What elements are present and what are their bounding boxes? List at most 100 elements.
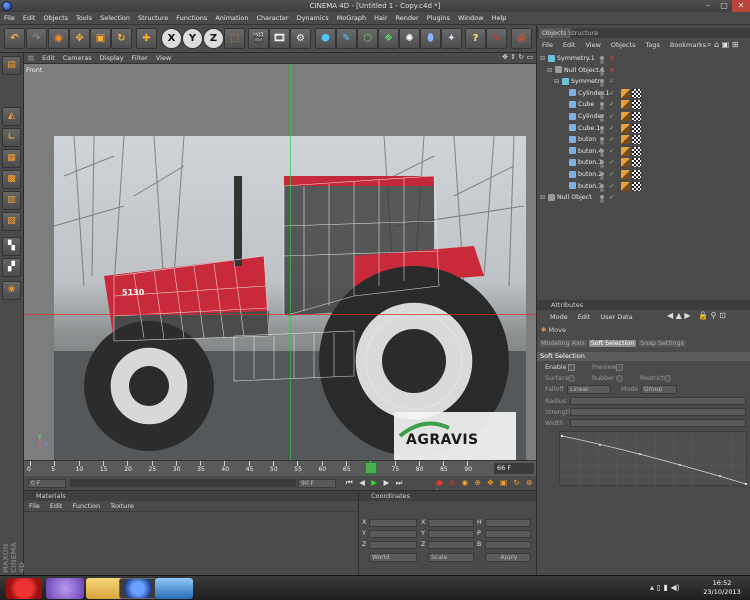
list-item[interactable]: ⊟ Symmetry.1 ✕ bbox=[537, 53, 750, 65]
viewport-menu-display[interactable]: Display bbox=[96, 53, 128, 64]
material-tag-icon[interactable] bbox=[632, 100, 641, 110]
render-settings-icon[interactable]: ⚙ bbox=[290, 28, 311, 49]
materials-menu-file[interactable]: File bbox=[24, 501, 45, 511]
enabled-check[interactable]: ✕ bbox=[609, 53, 614, 64]
objects-search-icons[interactable]: ⌕ ⌂ ▣ ⊞ bbox=[707, 40, 738, 50]
move-icon[interactable]: ✥ bbox=[69, 28, 90, 49]
preview-checkbox[interactable] bbox=[616, 364, 623, 371]
menu-tools[interactable]: Tools bbox=[72, 12, 96, 25]
model-mode-icon[interactable]: ◭ bbox=[2, 107, 21, 126]
enabled-check[interactable]: ✓ bbox=[609, 111, 614, 122]
viewport-nav-icons[interactable]: ✥ ⇕ ↻ ▭ bbox=[494, 53, 536, 64]
tab-snap-settings[interactable]: Snap Settings bbox=[638, 340, 686, 347]
maximize-button[interactable]: ▢ bbox=[716, 0, 732, 12]
render-dot[interactable] bbox=[600, 187, 604, 192]
objects-menu-file[interactable]: File bbox=[537, 40, 558, 50]
cinema4d-task-icon[interactable] bbox=[119, 578, 157, 599]
material-tag-icon[interactable] bbox=[621, 88, 630, 98]
frame-range-slider[interactable] bbox=[70, 479, 296, 487]
list-item[interactable]: Cylinder.1 ✓ bbox=[537, 88, 750, 100]
list-item[interactable]: Cylinder ✓ bbox=[537, 111, 750, 123]
workplane-icon[interactable]: ❀ bbox=[2, 281, 21, 300]
objects-menu-objects[interactable]: Objects bbox=[606, 40, 641, 50]
radius-slider[interactable] bbox=[570, 397, 746, 405]
viewport-menu-cameras[interactable]: Cameras bbox=[59, 53, 96, 64]
material-tag-icon[interactable] bbox=[632, 135, 641, 145]
timeline[interactable]: 051015202530354045505560657075808590 66 … bbox=[24, 460, 536, 476]
render-dot[interactable] bbox=[600, 129, 604, 134]
subdivision-surface-icon[interactable]: ⬡ bbox=[357, 28, 378, 49]
checker-icon[interactable]: ▚ bbox=[2, 237, 21, 256]
enabled-check[interactable]: ✓ bbox=[609, 88, 614, 99]
spline-pen-icon[interactable]: ✎ bbox=[336, 28, 357, 49]
menu-functions[interactable]: Functions bbox=[172, 12, 211, 25]
rotation-p-field[interactable] bbox=[485, 530, 531, 538]
enabled-check[interactable]: ✓ bbox=[609, 123, 614, 134]
material-tag-icon[interactable] bbox=[621, 123, 630, 133]
attributes-menu-user-data[interactable]: User Data bbox=[595, 312, 637, 322]
expand-icon[interactable]: ⊟ bbox=[547, 65, 555, 76]
undo-icon[interactable]: ↶ bbox=[4, 28, 25, 49]
menu-animation[interactable]: Animation bbox=[211, 12, 252, 25]
scale-dropdown[interactable]: Scale bbox=[428, 553, 474, 562]
live-selection-icon[interactable]: ◉ bbox=[48, 28, 69, 49]
range-end-field[interactable]: 90 F bbox=[298, 479, 336, 488]
strength-slider[interactable] bbox=[570, 408, 746, 416]
render-view-icon[interactable]: 🎬 bbox=[248, 28, 269, 49]
menu-mograph[interactable]: MoGraph bbox=[333, 12, 371, 25]
menu-help[interactable]: Help bbox=[488, 12, 511, 25]
falloff-curve-graph[interactable] bbox=[559, 431, 748, 487]
list-item[interactable]: ⊟ Null Object.1 ✕ bbox=[537, 65, 750, 77]
render-dot[interactable] bbox=[600, 176, 604, 180]
expand-icon[interactable]: ⊟ bbox=[540, 192, 548, 203]
viewport-menu-icon[interactable]: ▤ bbox=[24, 53, 38, 64]
cube-primitive-icon[interactable]: ⬢ bbox=[315, 28, 336, 49]
mode-dropdown[interactable]: Group bbox=[641, 385, 677, 394]
render-dot[interactable] bbox=[600, 199, 604, 204]
objects-menu-edit[interactable]: Edit bbox=[558, 40, 581, 50]
current-frame-field[interactable]: 0 F bbox=[28, 479, 66, 488]
rubber-radio[interactable] bbox=[616, 375, 623, 382]
snap-icon[interactable]: ▞ bbox=[2, 258, 21, 277]
attributes-nav-icons[interactable]: ◀ ▲ ▶ 🔒 ⚲ ⊡ bbox=[667, 311, 726, 320]
material-tag-icon[interactable] bbox=[632, 181, 641, 191]
make-editable-icon[interactable]: ▤ bbox=[2, 56, 21, 75]
help-cursor-icon[interactable]: ? bbox=[465, 28, 486, 49]
material-tag-icon[interactable] bbox=[621, 158, 630, 168]
enabled-check[interactable]: ✓ bbox=[609, 99, 614, 110]
rotation-b-field[interactable] bbox=[485, 541, 531, 549]
objects-menu-bookmarks[interactable]: Bookmarks bbox=[665, 40, 711, 50]
enabled-check[interactable]: ✓ bbox=[609, 181, 614, 192]
list-item[interactable]: Cube.1 ✓ bbox=[537, 123, 750, 135]
materials-menu-function[interactable]: Function bbox=[67, 501, 105, 511]
points-mode-icon[interactable]: ▩ bbox=[2, 170, 21, 189]
tray-icons[interactable]: ▴ ▯ ▮ ◀) bbox=[650, 583, 680, 592]
material-tag-icon[interactable] bbox=[621, 112, 630, 121]
list-item[interactable]: buton.3 ✓ bbox=[537, 181, 750, 193]
material-tag-icon[interactable] bbox=[632, 112, 641, 121]
materials-menu-edit[interactable]: Edit bbox=[45, 501, 68, 511]
opera-icon[interactable] bbox=[6, 578, 42, 599]
tab-modeling-axis[interactable]: Modeling Axis bbox=[539, 340, 587, 347]
menu-objects[interactable]: Objects bbox=[39, 12, 72, 25]
render-dot[interactable] bbox=[600, 94, 604, 99]
render-dot[interactable] bbox=[600, 141, 604, 146]
material-tag-icon[interactable] bbox=[621, 181, 630, 191]
material-tag-icon[interactable] bbox=[632, 146, 641, 156]
scene-object-icon[interactable]: ⬮ bbox=[420, 28, 441, 49]
minimize-button[interactable]: – bbox=[700, 0, 716, 12]
texture-mode-icon[interactable]: ▦ bbox=[2, 149, 21, 168]
coordinate-system-icon[interactable]: ⬚ bbox=[224, 28, 245, 49]
restrict-radio[interactable] bbox=[664, 375, 671, 382]
size-y-field[interactable] bbox=[428, 530, 474, 538]
position-x-field[interactable] bbox=[369, 519, 417, 527]
transport-buttons[interactable]: ⏮ ◀ ▶ ▶ ⏭ bbox=[346, 478, 404, 488]
material-tag-icon[interactable] bbox=[632, 170, 641, 179]
enabled-check[interactable]: ✓ bbox=[609, 134, 614, 145]
list-item[interactable]: buton.4 ✓ bbox=[537, 146, 750, 158]
material-tag-icon[interactable] bbox=[632, 123, 641, 133]
lock-workplane-icon[interactable]: ◎ bbox=[511, 28, 532, 49]
material-tag-icon[interactable] bbox=[621, 100, 630, 110]
menu-edit[interactable]: Edit bbox=[19, 12, 40, 25]
list-item[interactable]: buton.1 ✓ bbox=[537, 157, 750, 169]
